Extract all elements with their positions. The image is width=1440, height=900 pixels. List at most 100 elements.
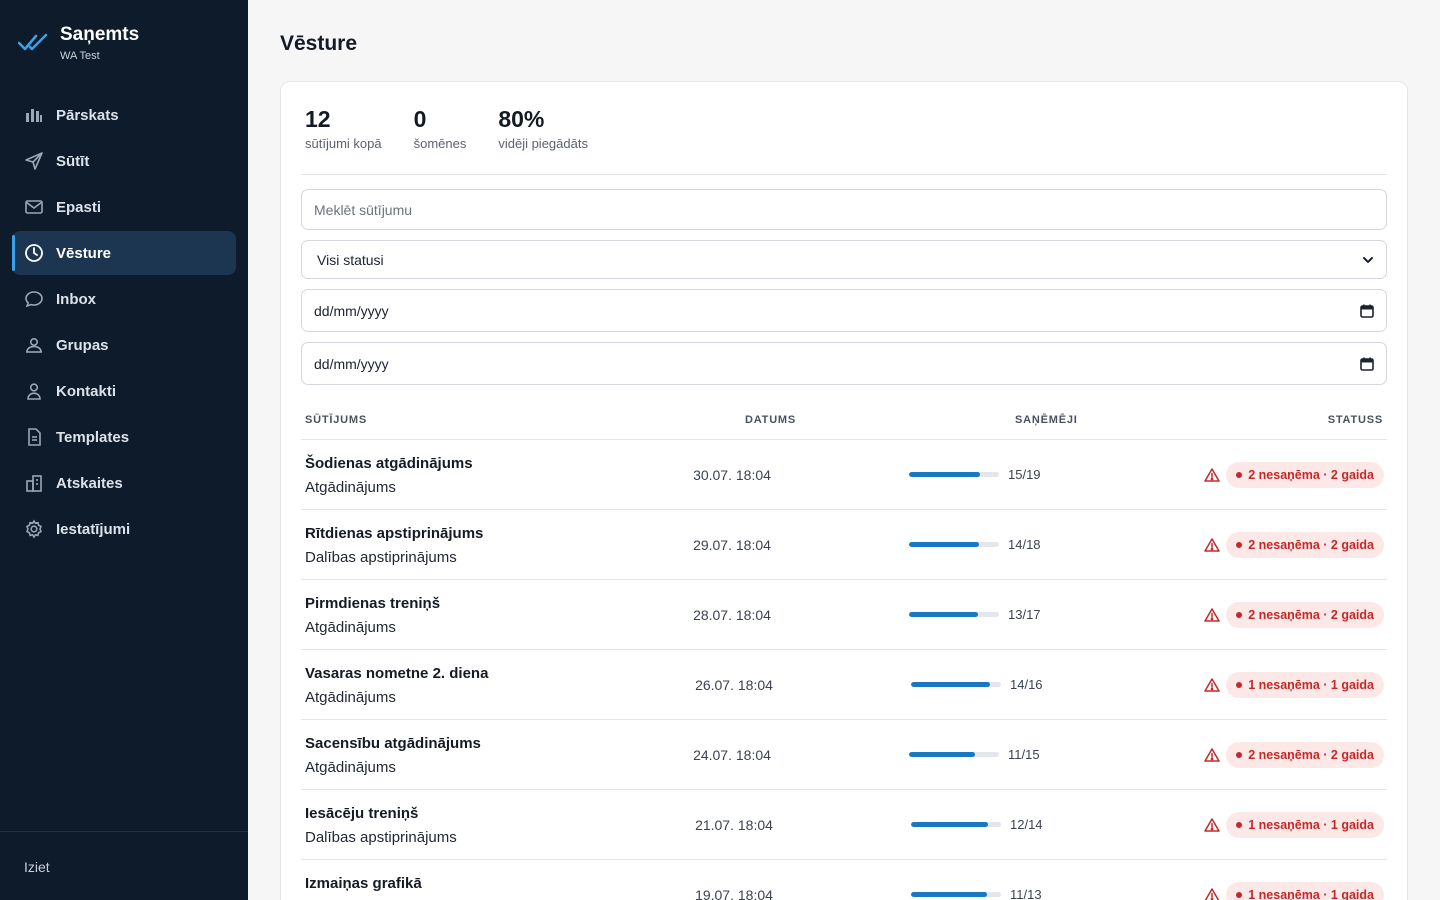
stat-label: vidēji piegādāts: [498, 136, 588, 151]
sending-type: Atgādinājums: [305, 619, 396, 636]
sending-title: Šodienas atgādinājums: [305, 455, 473, 472]
progress-fill: [909, 472, 981, 477]
status-badge: 2 nesaņēma · 2 gaida: [1226, 602, 1384, 628]
status-select[interactable]: Visi statusi: [301, 240, 1387, 279]
sidebar-item-iestatijumi[interactable]: Iestatījumi: [12, 507, 236, 551]
sidebar-item-label: Sūtīt: [56, 152, 90, 170]
recipients-ratio: 12/14: [1010, 817, 1043, 832]
status-badge: 1 nesaņēma · 1 gaida: [1226, 812, 1384, 838]
sidebar-nav: Pārskats Sūtīt Epasti Vēsture Inbox Grup…: [12, 93, 236, 553]
warning-icon: [1204, 468, 1220, 482]
warning-icon: [1204, 678, 1220, 692]
progress-fill: [911, 822, 989, 827]
sidebar-item-label: Vēsture: [56, 244, 112, 262]
sending-date: 24.07. 18:04: [693, 747, 771, 763]
double-check-logo-icon: [18, 33, 48, 51]
sidebar-footer: Iziet: [0, 831, 248, 900]
status-text: 2 nesaņēma · 2 gaida: [1248, 538, 1374, 552]
sidebar-item-inbox[interactable]: Inbox: [12, 277, 236, 321]
sidebar-item-grupas[interactable]: Grupas: [12, 323, 236, 367]
column-header-status[interactable]: STATUSS: [1328, 414, 1383, 426]
status-cell: 2 nesaņēma · 2 gaida: [1204, 462, 1384, 488]
recipients-progress: 15/19: [909, 467, 1041, 482]
column-header-sending[interactable]: SŪTĪJUMS: [305, 414, 367, 426]
stats-row: 12 sūtījumi kopā 0 šomēnes 80% vidēji pi…: [305, 106, 620, 151]
logout-link[interactable]: Iziet: [24, 859, 50, 875]
sending-title: Iesācēju treniņš: [305, 805, 419, 822]
recipients-ratio: 15/19: [1008, 467, 1041, 482]
stat-label: šomēnes: [413, 136, 467, 151]
sidebar-item-kontakti[interactable]: Kontakti: [12, 369, 236, 413]
sending-date: 26.07. 18:04: [695, 677, 773, 693]
sidebar-item-sutit[interactable]: Sūtīt: [12, 139, 236, 183]
progress-bar: [911, 822, 1001, 827]
search-input[interactable]: Meklēt sūtījumu: [301, 189, 1387, 230]
recipients-progress: 13/17: [909, 607, 1041, 622]
sending-title: Vasaras nometne 2. diena: [305, 665, 489, 682]
sidebar-item-label: Inbox: [56, 290, 96, 308]
date-to-input[interactable]: dd/mm/yyyy: [301, 342, 1387, 385]
column-header-date[interactable]: DATUMS: [745, 414, 796, 426]
calendar-icon[interactable]: [1360, 304, 1374, 318]
recipients-ratio: 11/13: [1010, 887, 1042, 900]
recipients-ratio: 11/15: [1008, 747, 1040, 762]
status-text: 2 nesaņēma · 2 gaida: [1248, 608, 1374, 622]
table-row[interactable]: Rītdienas apstiprinājums Dalības apstipri…: [301, 510, 1387, 580]
status-dot: [1236, 822, 1243, 828]
sidebar-item-label: Epasti: [56, 198, 102, 216]
bar-chart-icon: [26, 109, 42, 122]
gear-icon: [25, 519, 43, 539]
brand[interactable]: Saņemts WA Test: [18, 24, 139, 62]
status-badge: 1 nesaņēma · 1 gaida: [1226, 882, 1384, 900]
progress-fill: [911, 682, 990, 687]
sidebar-item-parskats[interactable]: Pārskats: [12, 93, 236, 137]
table-row[interactable]: Izmaiņas grafikā 19.07. 18:04 11/13 1 nesaņ…: [301, 860, 1387, 900]
progress-bar: [909, 612, 999, 617]
recipients-progress: 12/14: [911, 817, 1043, 832]
sending-title: Sacensību atgādinājums: [305, 735, 481, 752]
progress-bar: [909, 752, 999, 757]
recipients-progress: 11/15: [909, 747, 1040, 762]
sending-date: 21.07. 18:04: [695, 817, 773, 833]
status-cell: 1 nesaņēma · 1 gaida: [1204, 882, 1384, 900]
sending-date: 29.07. 18:04: [693, 537, 771, 553]
sidebar-item-atskaites[interactable]: Atskaites: [12, 461, 236, 505]
column-header-recipients[interactable]: SAŅĒMĒJI: [1015, 414, 1078, 426]
status-dot: [1236, 682, 1243, 688]
progress-fill: [909, 542, 979, 547]
progress-bar: [909, 472, 999, 477]
date-from-input[interactable]: dd/mm/yyyy: [301, 289, 1387, 332]
chevron-down-icon: [1363, 256, 1373, 263]
sending-title: Rītdienas apstiprinājums: [305, 525, 484, 542]
recipients-ratio: 13/17: [1008, 607, 1041, 622]
table-row[interactable]: Sacensību atgādinājums Atgādinājums 24.07.…: [301, 720, 1387, 790]
sidebar-item-templates[interactable]: Templates: [12, 415, 236, 459]
table-row[interactable]: Šodienas atgādinājums Atgādinājums 30.07. …: [301, 440, 1387, 510]
history-card: 12 sūtījumi kopā 0 šomēnes 80% vidēji pi…: [280, 81, 1408, 900]
sidebar-item-epasti[interactable]: Epasti: [12, 185, 236, 229]
table-row[interactable]: Pirmdienas treniņš Atgādinājums 28.07. 18:…: [301, 580, 1387, 650]
send-icon: [25, 152, 43, 170]
progress-bar: [911, 682, 1001, 687]
user-icon: [27, 383, 41, 400]
table-row[interactable]: Vasaras nometne 2. diena Atgādinājums 26.0…: [301, 650, 1387, 720]
status-dot: [1236, 612, 1243, 618]
calendar-icon[interactable]: [1360, 357, 1374, 371]
sidebar-item-label: Iestatījumi: [56, 520, 131, 538]
search-placeholder: Meklēt sūtījumu: [314, 201, 413, 218]
table-row[interactable]: Iesācēju treniņš Dalības apstiprinājums 21…: [301, 790, 1387, 860]
sending-type: Atgādinājums: [305, 759, 396, 776]
status-select-value: Visi statusi: [317, 251, 384, 268]
warning-icon: [1204, 748, 1220, 762]
progress-bar: [909, 542, 999, 547]
sending-type: Atgādinājums: [305, 479, 396, 496]
sending-date: 19.07. 18:04: [695, 887, 773, 900]
warning-icon: [1204, 538, 1220, 552]
status-text: 2 nesaņēma · 2 gaida: [1248, 748, 1374, 762]
sidebar-item-vesture[interactable]: Vēsture: [12, 231, 236, 275]
status-badge: 2 nesaņēma · 2 gaida: [1226, 742, 1384, 768]
warning-icon: [1204, 888, 1220, 900]
buildings-icon: [26, 475, 42, 492]
progress-bar: [911, 892, 1001, 897]
sidebar: Saņemts WA Test Pārskats Sūtīt Epasti Vē…: [0, 0, 248, 900]
